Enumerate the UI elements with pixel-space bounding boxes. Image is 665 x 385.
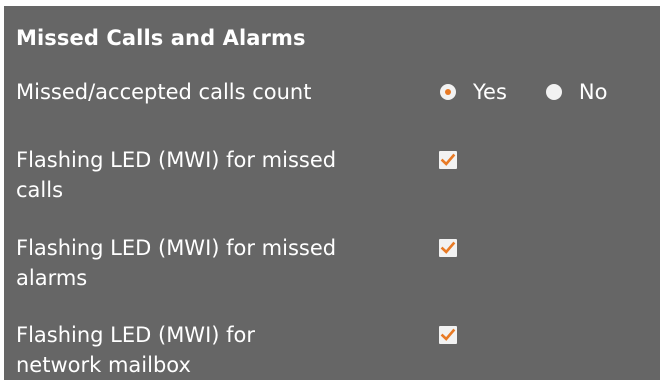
led-network-mailbox-label-line1: Flashing LED (MWI) for [16, 323, 256, 347]
led-network-mailbox-checkbox[interactable] [439, 326, 457, 344]
radio-dot-icon [445, 89, 451, 95]
calls-count-label: Missed/accepted calls count [16, 80, 312, 104]
setting-row-calls-count: Missed/accepted calls count Yes No [16, 77, 656, 117]
setting-row-led-missed-calls: Flashing LED (MWI) for missed calls [16, 145, 656, 205]
settings-panel: Missed Calls and Alarms Missed/accepted … [4, 6, 660, 380]
section-title: Missed Calls and Alarms [16, 26, 306, 50]
setting-row-led-network-mailbox: Flashing LED (MWI) for network mailbox [16, 320, 656, 380]
radio-option-no[interactable]: No [541, 77, 608, 107]
led-network-mailbox-label-line2: network mailbox [16, 353, 191, 377]
led-missed-alarms-label: Flashing LED (MWI) for missed alarms [16, 233, 416, 293]
radio-label-yes: Yes [473, 80, 507, 104]
led-missed-calls-label-line1: Flashing LED (MWI) for missed [16, 148, 337, 172]
checkmark-icon [440, 241, 456, 254]
setting-row-led-missed-alarms: Flashing LED (MWI) for missed alarms [16, 233, 656, 293]
radio-option-yes[interactable]: Yes [435, 77, 507, 107]
led-missed-calls-label-line2: calls [16, 178, 64, 202]
calls-count-radio-group: Yes No [435, 77, 607, 107]
checkmark-icon [440, 328, 456, 341]
led-missed-alarms-label-line2: alarms [16, 266, 88, 290]
checkmark-icon [440, 153, 456, 166]
led-missed-alarms-label-line1: Flashing LED (MWI) for missed [16, 236, 337, 260]
radio-label-no: No [578, 80, 608, 104]
led-missed-calls-label: Flashing LED (MWI) for missed calls [16, 145, 416, 205]
radio-yes[interactable] [440, 84, 456, 100]
led-missed-alarms-checkbox[interactable] [439, 239, 457, 257]
led-missed-calls-checkbox[interactable] [439, 151, 457, 169]
radio-no[interactable] [545, 84, 562, 100]
led-network-mailbox-label: Flashing LED (MWI) for network mailbox [16, 320, 416, 380]
